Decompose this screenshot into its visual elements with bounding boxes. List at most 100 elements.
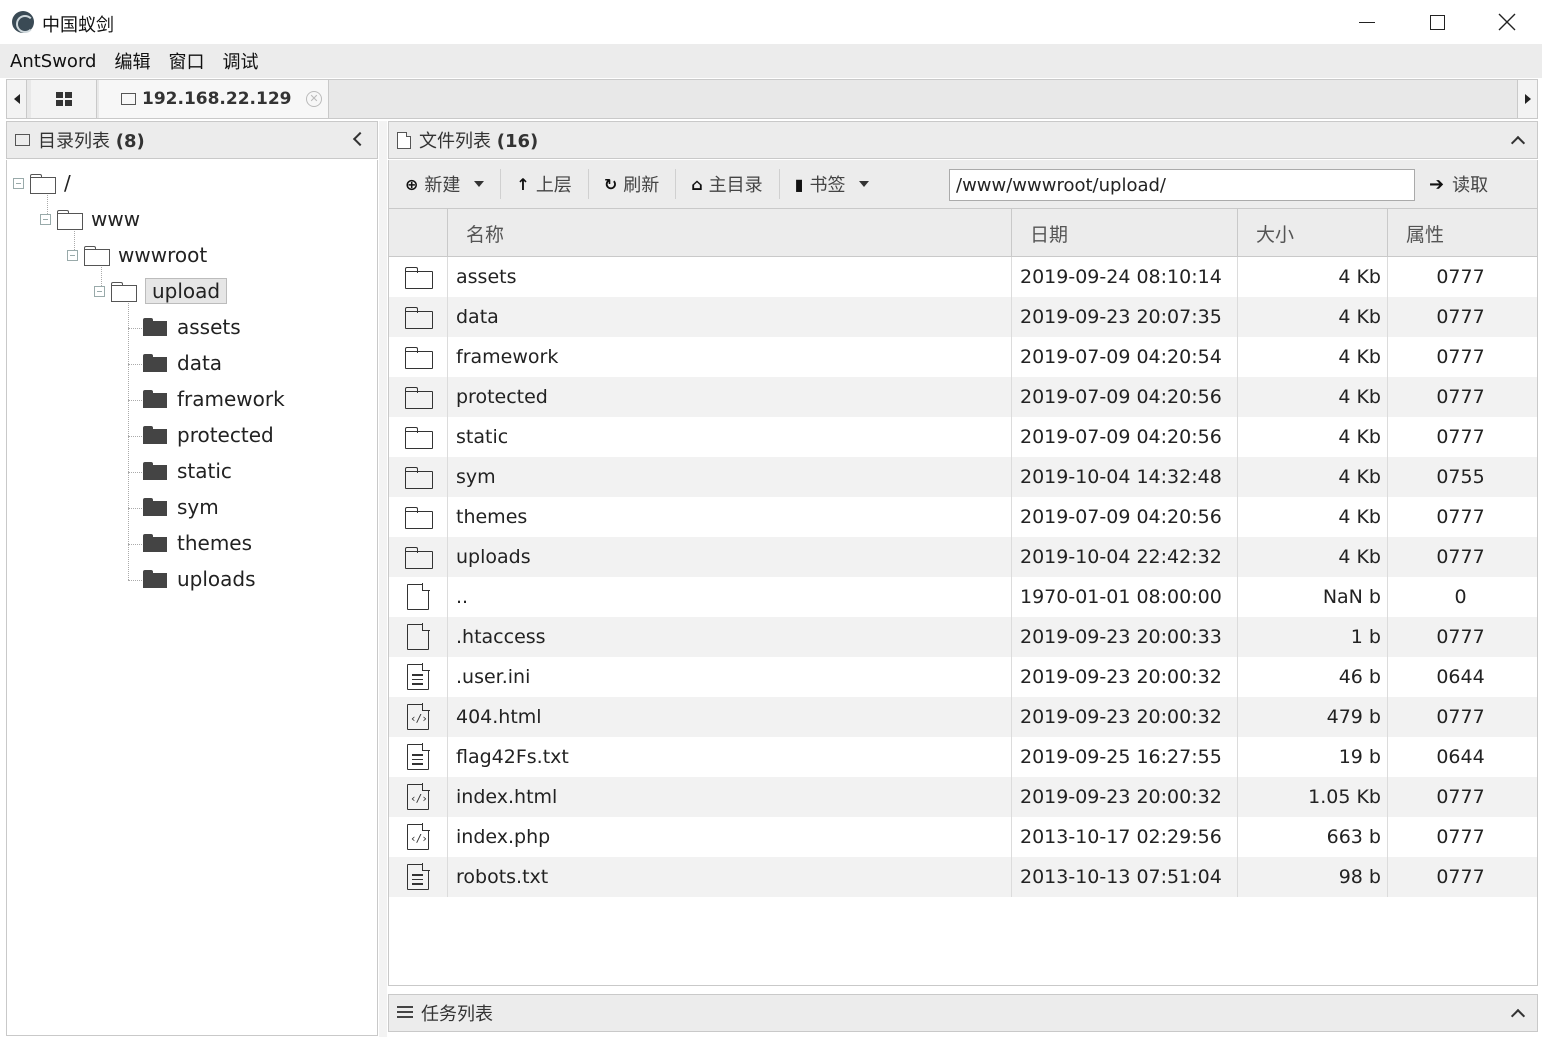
table-row[interactable]: .. 1970-01-01 08:00:00 NaN b0 [389,577,1537,617]
table-row[interactable]: .htaccess 2019-09-23 20:00:33 1 b 0777 [389,617,1537,657]
file-name: index.php [447,817,1011,857]
collapse-toggle-icon[interactable] [67,249,78,261]
arrow-right-icon: ➔ [1429,173,1445,195]
collapse-toggle-icon[interactable] [94,285,105,297]
collapse-up-icon[interactable] [1510,135,1526,151]
table-row[interactable]: framework 2019-07-09 04:20:54 4 Kb 0777 [389,337,1537,377]
table-row[interactable]: robots.txt 2013-10-13 07:51:04 98 b 0777 [389,857,1537,897]
tab-home[interactable] [31,80,97,118]
file-date: 2019-10-04 14:32:48 [1011,457,1237,497]
collapse-up-icon[interactable] [1510,1008,1526,1024]
grid-icon [55,92,72,106]
tree-node-sym[interactable]: sym [143,492,219,522]
file-attr: 0777 [1387,777,1537,817]
folder-icon [405,427,433,449]
file-date: 2019-07-09 04:20:56 [1011,377,1237,417]
arrow-up-icon: ↑ [516,174,530,194]
tree-node-upload[interactable]: upload [94,276,228,306]
file-attr: 0777 [1387,497,1537,537]
arrow-right-icon [1524,94,1531,104]
file-size: 4 Kb [1237,297,1387,337]
column-date-header[interactable]: 日期 [1011,209,1237,257]
minimize-button[interactable] [1332,0,1402,44]
tree-node-protected[interactable]: protected [143,420,274,450]
file-attr: 0777 [1387,857,1537,897]
bookmark-button[interactable]: ▮ 书签 [778,160,886,208]
menu-debug[interactable]: 调试 [222,48,258,74]
column-name-header[interactable]: 名称 [447,209,1011,257]
table-row[interactable]: uploads 2019-10-04 22:42:32 4 Kb 0777 [389,537,1537,577]
maximize-button[interactable] [1402,0,1472,44]
menu-edit[interactable]: 编辑 [114,48,150,74]
collapse-toggle-icon[interactable] [13,177,24,189]
home-button[interactable]: ⌂ 主目录 [675,160,778,208]
tree-node-root[interactable]: / [13,168,71,198]
minimize-icon [1359,21,1375,23]
table-row[interactable]: themes 2019-07-09 04:20:56 4 Kb 0777 [389,497,1537,537]
tree-node-assets[interactable]: assets [143,312,241,342]
file-name: static [447,417,1011,457]
file-toolbar: ⊕ 新建 ↑ 上层 ↻ 刷新 ⌂ 主目录 ▮ 书签 ➔ 读取 [388,160,1538,208]
row-icon-cell [389,857,447,897]
table-row[interactable]: data 2019-09-23 20:07:35 4 Kb 0777 [389,297,1537,337]
panel-splitter[interactable] [379,121,387,1037]
tree-node-uploads[interactable]: uploads [143,564,256,594]
row-icon-cell [389,377,447,417]
row-icon-cell [389,257,447,297]
close-icon [1498,13,1516,31]
tab-host[interactable]: 192.168.22.129 ✕ [99,80,329,118]
file-name: uploads [447,537,1011,577]
dir-panel-title: 目录列表 [38,131,110,152]
file-size: 19 b [1237,737,1387,777]
row-icon-cell: ‹/› [389,777,447,817]
file-date: 2019-09-23 20:00:33 [1011,617,1237,657]
table-row[interactable]: ‹/› index.php 2013-10-17 02:29:56 663 b 0777 [389,817,1537,857]
table-row[interactable]: sym 2019-10-04 14:32:48 4 Kb 0755 [389,457,1537,497]
tree-node-themes[interactable]: themes [143,528,252,558]
file-size: 4 Kb [1237,417,1387,457]
collapse-left-icon[interactable] [352,131,368,147]
close-window-button[interactable] [1472,0,1542,44]
column-size-header[interactable]: 大小 [1237,209,1387,257]
menu-window[interactable]: 窗口 [168,48,204,74]
new-button[interactable]: ⊕ 新建 [389,160,500,208]
up-button[interactable]: ↑ 上层 [500,160,587,208]
file-size: 4 Kb [1237,497,1387,537]
column-attr-header[interactable]: 属性 [1387,209,1537,257]
tab-scroll-right-button[interactable] [1517,80,1537,118]
tab-scroll-left-button[interactable] [7,80,27,118]
file-date: 2019-09-25 16:27:55 [1011,737,1237,777]
refresh-button[interactable]: ↻ 刷新 [587,160,675,208]
collapse-toggle-icon[interactable] [40,213,51,225]
tree-label: framework [177,387,285,411]
code-file-icon: ‹/› [407,783,430,810]
file-size: 98 b [1237,857,1387,897]
tree-node-data[interactable]: data [143,348,222,378]
tree-node-framework[interactable]: framework [143,384,285,414]
folder-icon [121,93,136,105]
row-icon-cell [389,577,447,617]
file-icon [407,623,430,650]
table-row[interactable]: protected 2019-07-09 04:20:56 4 Kb 0777 [389,377,1537,417]
table-row[interactable]: static 2019-07-09 04:20:56 4 Kb 0777 [389,417,1537,457]
path-input[interactable] [949,169,1415,201]
table-row[interactable]: ‹/› index.html 2019-09-23 20:00:32 1.05 Kb 0… [389,777,1537,817]
table-row[interactable]: ‹/› 404.html 2019-09-23 20:00:32 479 b 0777 [389,697,1537,737]
table-row[interactable]: flag42Fs.txt 2019-09-25 16:27:55 19 b 0644 [389,737,1537,777]
file-attr: 0777 [1387,697,1537,737]
read-button[interactable]: ➔ 读取 [1429,160,1488,208]
table-row[interactable]: .user.ini 2019-09-23 20:00:32 46 b 0644 [389,657,1537,697]
tree-node-static[interactable]: static [143,456,232,486]
table-row[interactable]: assets 2019-09-24 08:10:14 4 Kb 0777 [389,257,1537,297]
file-date: 2019-10-04 22:42:32 [1011,537,1237,577]
tree-node-www[interactable]: www [40,204,140,234]
tab-close-icon[interactable]: ✕ [306,91,322,107]
home-icon: ⌂ [691,174,703,194]
tree-label: data [177,351,223,375]
chevron-down-icon [859,181,870,187]
file-name: sym [447,457,1011,497]
menu-antsword[interactable]: AntSword [10,51,96,72]
file-name: 404.html [447,697,1011,737]
dir-tree: / www wwwroot upload assets data framewo… [6,160,378,1036]
tree-node-wwwroot[interactable]: wwwroot [67,240,207,270]
